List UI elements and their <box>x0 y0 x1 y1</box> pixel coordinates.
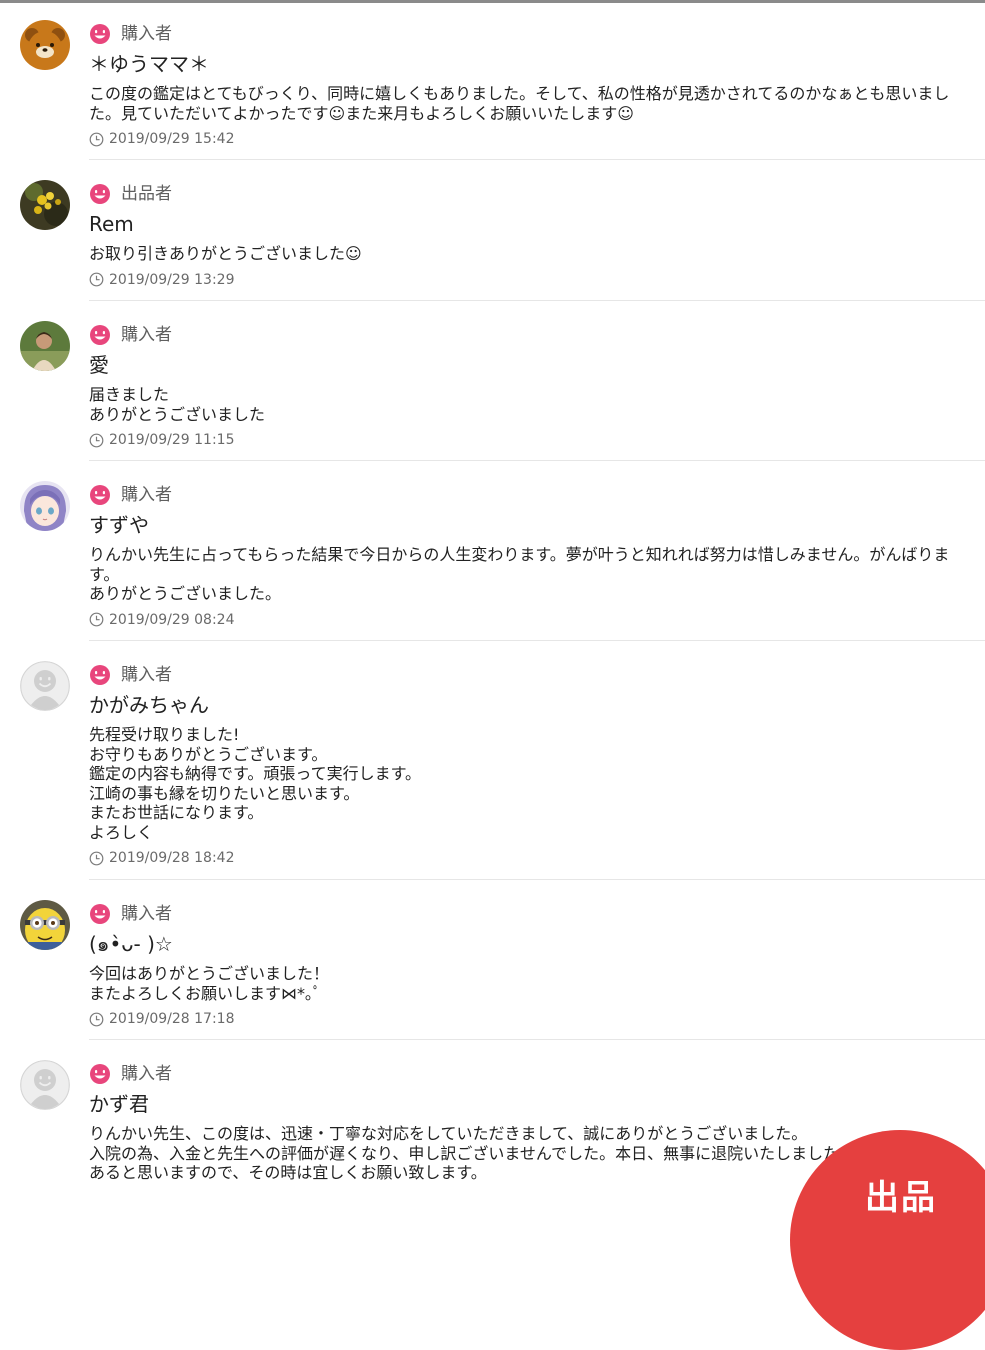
reviewer-name[interactable]: すずや <box>89 511 965 539</box>
smile-icon <box>89 23 111 45</box>
reviewer-name[interactable]: かがみちゃん <box>89 691 965 719</box>
review-item: 購入者 すずや りんかい先生に占ってもらった結果で今日からの人生変わります。夢が… <box>0 461 985 641</box>
clock-icon <box>89 612 104 627</box>
review-timestamp: 2019/09/29 13:29 <box>89 271 965 289</box>
review-timestamp: 2019/09/28 18:42 <box>89 849 965 867</box>
smile-icon <box>89 183 111 205</box>
review-timestamp: 2019/09/29 11:15 <box>89 431 965 449</box>
review-comment: 今回はありがとうございました！ またよろしくお願いします⋈*｡ﾟ <box>89 964 330 1003</box>
anime-girl-avatar[interactable] <box>20 481 70 531</box>
review-comment: この度の鑑定はとてもびっくり、同時に嬉しくもありました。そして、私の性格が見透か… <box>89 84 950 123</box>
bear-avatar[interactable] <box>20 20 70 70</box>
reviewer-role: 購入者 <box>121 485 172 505</box>
role-row: 購入者 <box>89 481 965 509</box>
reviewer-role: 購入者 <box>121 24 172 44</box>
review-item: 購入者 かがみちゃん 先程受け取りました! お守りもありがとうございます。 鑑定… <box>0 641 985 880</box>
reviewer-name[interactable]: ＊ゆうママ＊ <box>89 50 965 78</box>
role-row: 購入者 <box>89 661 965 689</box>
reviewer-role: 購入者 <box>121 1064 172 1084</box>
reviewer-name[interactable]: Rem <box>89 210 965 238</box>
reviewer-role: 出品者 <box>121 184 172 204</box>
smile-icon <box>89 664 111 686</box>
role-row: 購入者 <box>89 1060 965 1088</box>
default-user-avatar[interactable] <box>20 661 70 711</box>
clock-icon <box>89 272 104 287</box>
smile-icon <box>89 324 111 346</box>
minion-avatar[interactable] <box>20 900 70 950</box>
clock-icon <box>89 851 104 866</box>
role-row: 購入者 <box>89 20 965 48</box>
review-date: 2019/09/29 15:42 <box>109 131 235 147</box>
smile-icon <box>89 903 111 925</box>
review-item: 出品者 Rem お取り引きありがとうございました☺ 2019/09/29 13:… <box>0 160 985 301</box>
review-item: 購入者 ＊ゆうママ＊ この度の鑑定はとてもびっくり、同時に嬉しくもありました。そ… <box>0 0 985 160</box>
clock-icon <box>89 433 104 448</box>
person-photo-avatar[interactable] <box>20 321 70 371</box>
review-timestamp: 2019/09/28 17:18 <box>89 1010 965 1028</box>
reviewer-role: 購入者 <box>121 904 172 924</box>
review-date: 2019/09/28 17:18 <box>109 1011 235 1027</box>
flower-photo-avatar[interactable] <box>20 180 70 230</box>
review-comment: お取り引きありがとうございました☺ <box>89 244 362 263</box>
smile-icon <box>89 1063 111 1085</box>
review-comment: 届きました ありがとうございました <box>89 385 266 424</box>
reviewer-name[interactable]: 愛 <box>89 351 965 379</box>
review-date: 2019/09/28 18:42 <box>109 850 235 866</box>
sell-fab-label: 出品 <box>865 1178 937 1218</box>
clock-icon <box>89 132 104 147</box>
review-comment: りんかい先生に占ってもらった結果で今日からの人生変わります。夢が叶うと知れれば努… <box>89 545 950 603</box>
reviewer-role: 購入者 <box>121 325 172 345</box>
smile-icon <box>89 484 111 506</box>
reviewer-role: 購入者 <box>121 665 172 685</box>
review-date: 2019/09/29 08:24 <box>109 611 235 628</box>
role-row: 購入者 <box>89 900 965 928</box>
review-date: 2019/09/29 13:29 <box>109 271 235 288</box>
review-item: 購入者 愛 届きました ありがとうございました 2019/09/29 11:15 <box>0 301 985 461</box>
reviewer-name[interactable]: (๑•̀ᴗ- )☆ <box>89 930 965 958</box>
default-user-avatar[interactable] <box>20 1060 70 1110</box>
clock-icon <box>89 1012 104 1027</box>
reviewer-name[interactable]: かず君 <box>89 1090 965 1118</box>
role-row: 購入者 <box>89 321 965 349</box>
review-comment: 先程受け取りました! お守りもありがとうございます。 鑑定の内容も納得です。頑張… <box>89 725 422 842</box>
role-row: 出品者 <box>89 180 965 208</box>
review-date: 2019/09/29 11:15 <box>109 432 235 448</box>
review-timestamp: 2019/09/29 15:42 <box>89 130 965 148</box>
review-timestamp: 2019/09/29 08:24 <box>89 611 965 629</box>
review-item: 購入者 (๑•̀ᴗ- )☆ 今回はありがとうございました！ またよろしくお願いし… <box>0 880 985 1040</box>
